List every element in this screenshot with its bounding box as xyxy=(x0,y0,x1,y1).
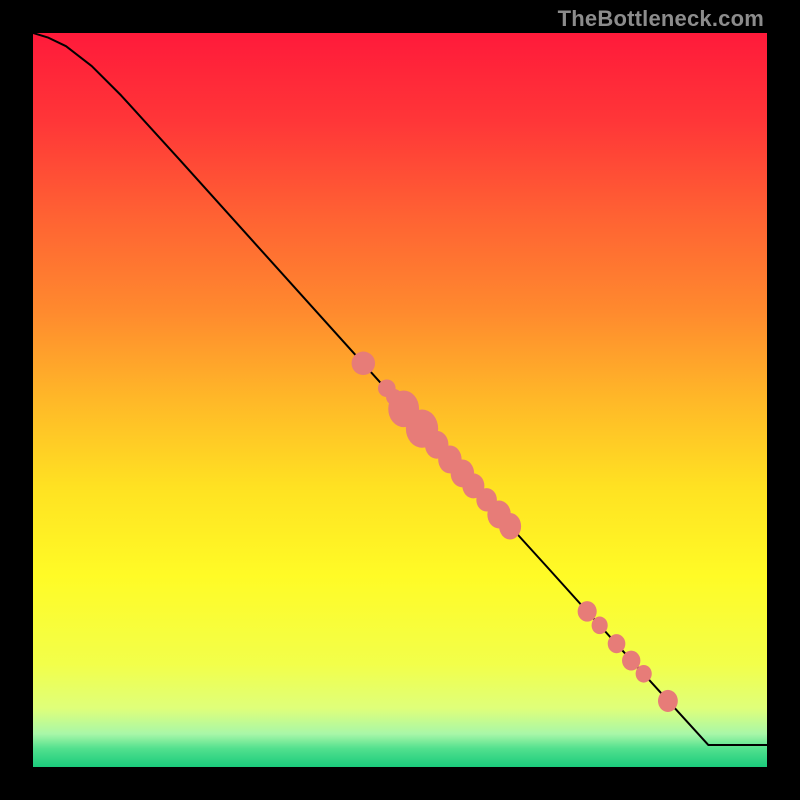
data-marker xyxy=(636,665,652,683)
data-marker xyxy=(658,690,678,712)
plot-area xyxy=(33,33,767,767)
data-marker xyxy=(592,617,608,635)
chart-stage: TheBottleneck.com xyxy=(0,0,800,800)
data-marker xyxy=(608,634,626,653)
chart-svg xyxy=(33,33,767,767)
watermark-label: TheBottleneck.com xyxy=(558,6,764,32)
data-marker xyxy=(499,513,521,539)
data-marker xyxy=(352,352,375,375)
